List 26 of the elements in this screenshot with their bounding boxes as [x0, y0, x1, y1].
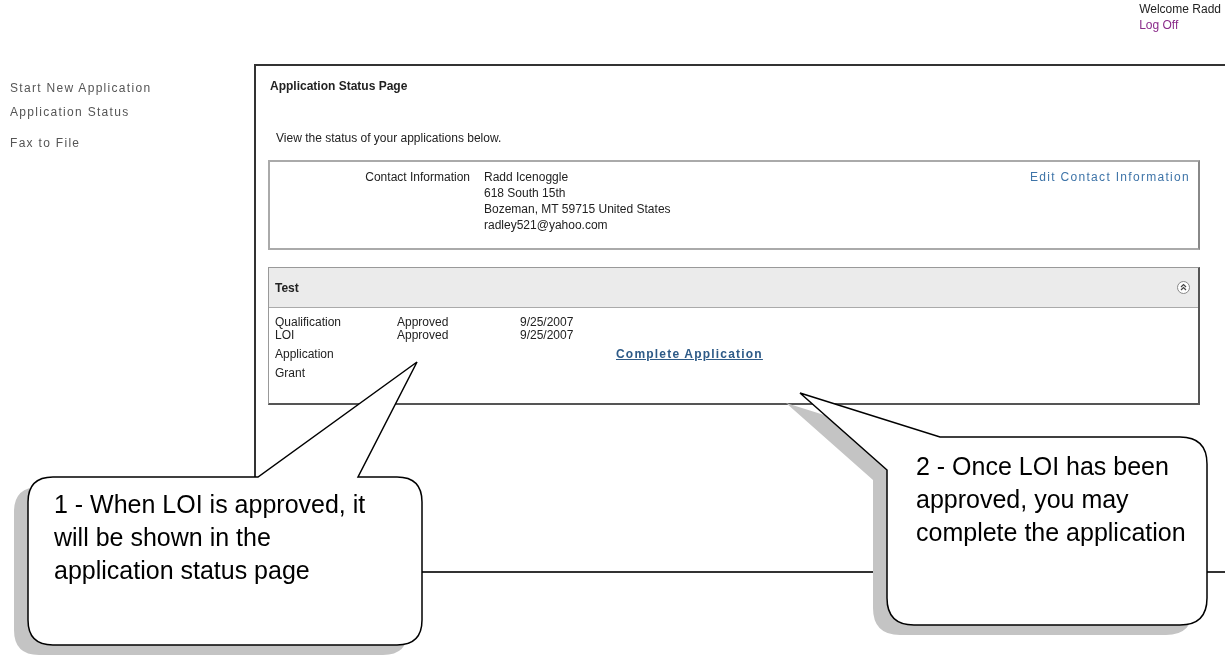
stage-date: 9/25/2007 [520, 315, 574, 329]
application-name: Test [275, 280, 299, 295]
contact-line: Radd Icenoggle [484, 169, 569, 185]
log-off-link[interactable]: Log Off [1139, 17, 1221, 33]
collapse-icon[interactable] [1177, 281, 1190, 294]
stage-name: Application [275, 346, 335, 361]
nav-link[interactable]: Application Status [10, 104, 130, 120]
edit-contact-link[interactable]: Edit Contact Information [1030, 170, 1190, 184]
contact-label: Contact Information [364, 170, 471, 186]
stage-name: Grant [275, 365, 306, 380]
contact-line: 618 South 15th [484, 185, 566, 201]
intro-text: View the status of your applications below. [276, 131, 503, 145]
contact-line: radley521@yahoo.com [484, 217, 608, 233]
page-title: Application Status Page [270, 79, 409, 93]
callout-text: 1 - When LOI is approved, it will be shown in the application status page [54, 489, 367, 586]
contact-line: Bozeman, MT 59715 United States [484, 201, 671, 217]
nav-link[interactable]: Fax to File [10, 135, 81, 151]
welcome-text: Welcome Radd [1139, 1, 1221, 17]
complete-application-link[interactable]: Complete Application [616, 348, 763, 361]
stage-name: LOI [275, 329, 295, 342]
stage-date: 9/25/2007 [520, 328, 574, 342]
nav-link[interactable]: Start New Application [10, 80, 152, 96]
callout-text: 2 - Once LOI has been approved, you may complete the application [916, 451, 1187, 548]
stage-name: Qualification [275, 316, 343, 329]
stage-status: Approved [397, 315, 449, 329]
stage-status: Approved [397, 328, 449, 342]
